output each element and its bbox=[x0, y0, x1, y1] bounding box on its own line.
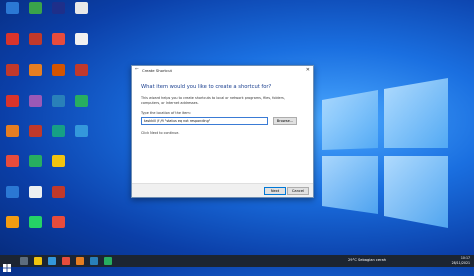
file-explorer-icon[interactable] bbox=[34, 257, 42, 265]
desktop-icon[interactable] bbox=[24, 216, 46, 228]
desktop-icon[interactable] bbox=[47, 95, 69, 107]
desktop-icon[interactable] bbox=[47, 64, 69, 76]
desktop-icon[interactable] bbox=[70, 95, 92, 107]
dialog-heading: What item would you like to create a sho… bbox=[141, 84, 272, 90]
location-label: Type the location of the item: bbox=[141, 111, 191, 115]
dialog-titlebar: ← Create Shortcut ✕ bbox=[132, 66, 313, 75]
cancel-button[interactable]: Cancel bbox=[287, 187, 309, 195]
clock[interactable]: 10:17 28/11/2021 bbox=[452, 256, 470, 265]
desktop-icon[interactable] bbox=[1, 64, 23, 76]
taskbar: 29°C Sebagian cerah 10:17 28/11/2021 bbox=[0, 255, 474, 272]
next-button[interactable]: Next bbox=[264, 187, 286, 195]
desktop-icon[interactable] bbox=[70, 33, 92, 45]
taskbar-app-icon[interactable] bbox=[104, 257, 112, 265]
desktop-icon[interactable] bbox=[24, 186, 46, 198]
search-icon[interactable] bbox=[20, 257, 28, 265]
desktop-icon[interactable] bbox=[47, 186, 69, 198]
taskbar-app-icon[interactable] bbox=[62, 257, 70, 265]
weather-widget[interactable]: 29°C Sebagian cerah bbox=[348, 258, 386, 262]
start-button[interactable] bbox=[3, 257, 11, 272]
windows-logo bbox=[322, 78, 448, 228]
continue-hint: Click Next to continue. bbox=[141, 131, 180, 135]
dialog-description: This wizard helps you to create shortcut… bbox=[141, 96, 285, 105]
desktop-icon[interactable] bbox=[1, 95, 23, 107]
create-shortcut-dialog: ← Create Shortcut ✕ What item would you … bbox=[131, 65, 314, 198]
dialog-footer: Next Cancel bbox=[132, 183, 313, 197]
desktop-icon[interactable] bbox=[70, 125, 92, 137]
desktop-icon[interactable] bbox=[1, 216, 23, 228]
taskbar-app-icon[interactable] bbox=[76, 257, 84, 265]
desktop-icon[interactable] bbox=[24, 64, 46, 76]
desktop-icon[interactable] bbox=[24, 155, 46, 167]
windows-start-icon bbox=[3, 264, 11, 272]
desktop-icon[interactable] bbox=[1, 155, 23, 167]
desktop-icon[interactable] bbox=[24, 2, 46, 14]
back-arrow-icon[interactable]: ← bbox=[135, 67, 139, 72]
desktop-icon[interactable] bbox=[47, 125, 69, 137]
desktop-icon[interactable] bbox=[1, 186, 23, 198]
desktop-icon[interactable] bbox=[1, 2, 23, 14]
clock-date: 28/11/2021 bbox=[451, 260, 470, 265]
desktop-icon[interactable] bbox=[47, 216, 69, 228]
desktop-icon-area bbox=[0, 0, 90, 255]
desktop-icon[interactable] bbox=[70, 2, 92, 14]
browse-button[interactable]: Browse... bbox=[273, 117, 297, 125]
taskbar-app-icon[interactable] bbox=[90, 257, 98, 265]
desktop-icon[interactable] bbox=[24, 33, 46, 45]
desktop-icon[interactable] bbox=[1, 125, 23, 137]
desktop-icon[interactable] bbox=[47, 33, 69, 45]
desktop-icon[interactable] bbox=[47, 155, 69, 167]
dialog-title: Create Shortcut bbox=[142, 68, 172, 73]
desktop-icon[interactable] bbox=[24, 95, 46, 107]
desktop-icon[interactable] bbox=[70, 64, 92, 76]
close-icon[interactable]: ✕ bbox=[306, 67, 310, 73]
desktop-icon[interactable] bbox=[1, 33, 23, 45]
desktop-icon[interactable] bbox=[47, 2, 69, 14]
location-input[interactable]: taskkill /f /fi "status eq not respondin… bbox=[141, 117, 268, 125]
taskbar-app-icon[interactable] bbox=[48, 257, 56, 265]
desktop-icon[interactable] bbox=[24, 125, 46, 137]
